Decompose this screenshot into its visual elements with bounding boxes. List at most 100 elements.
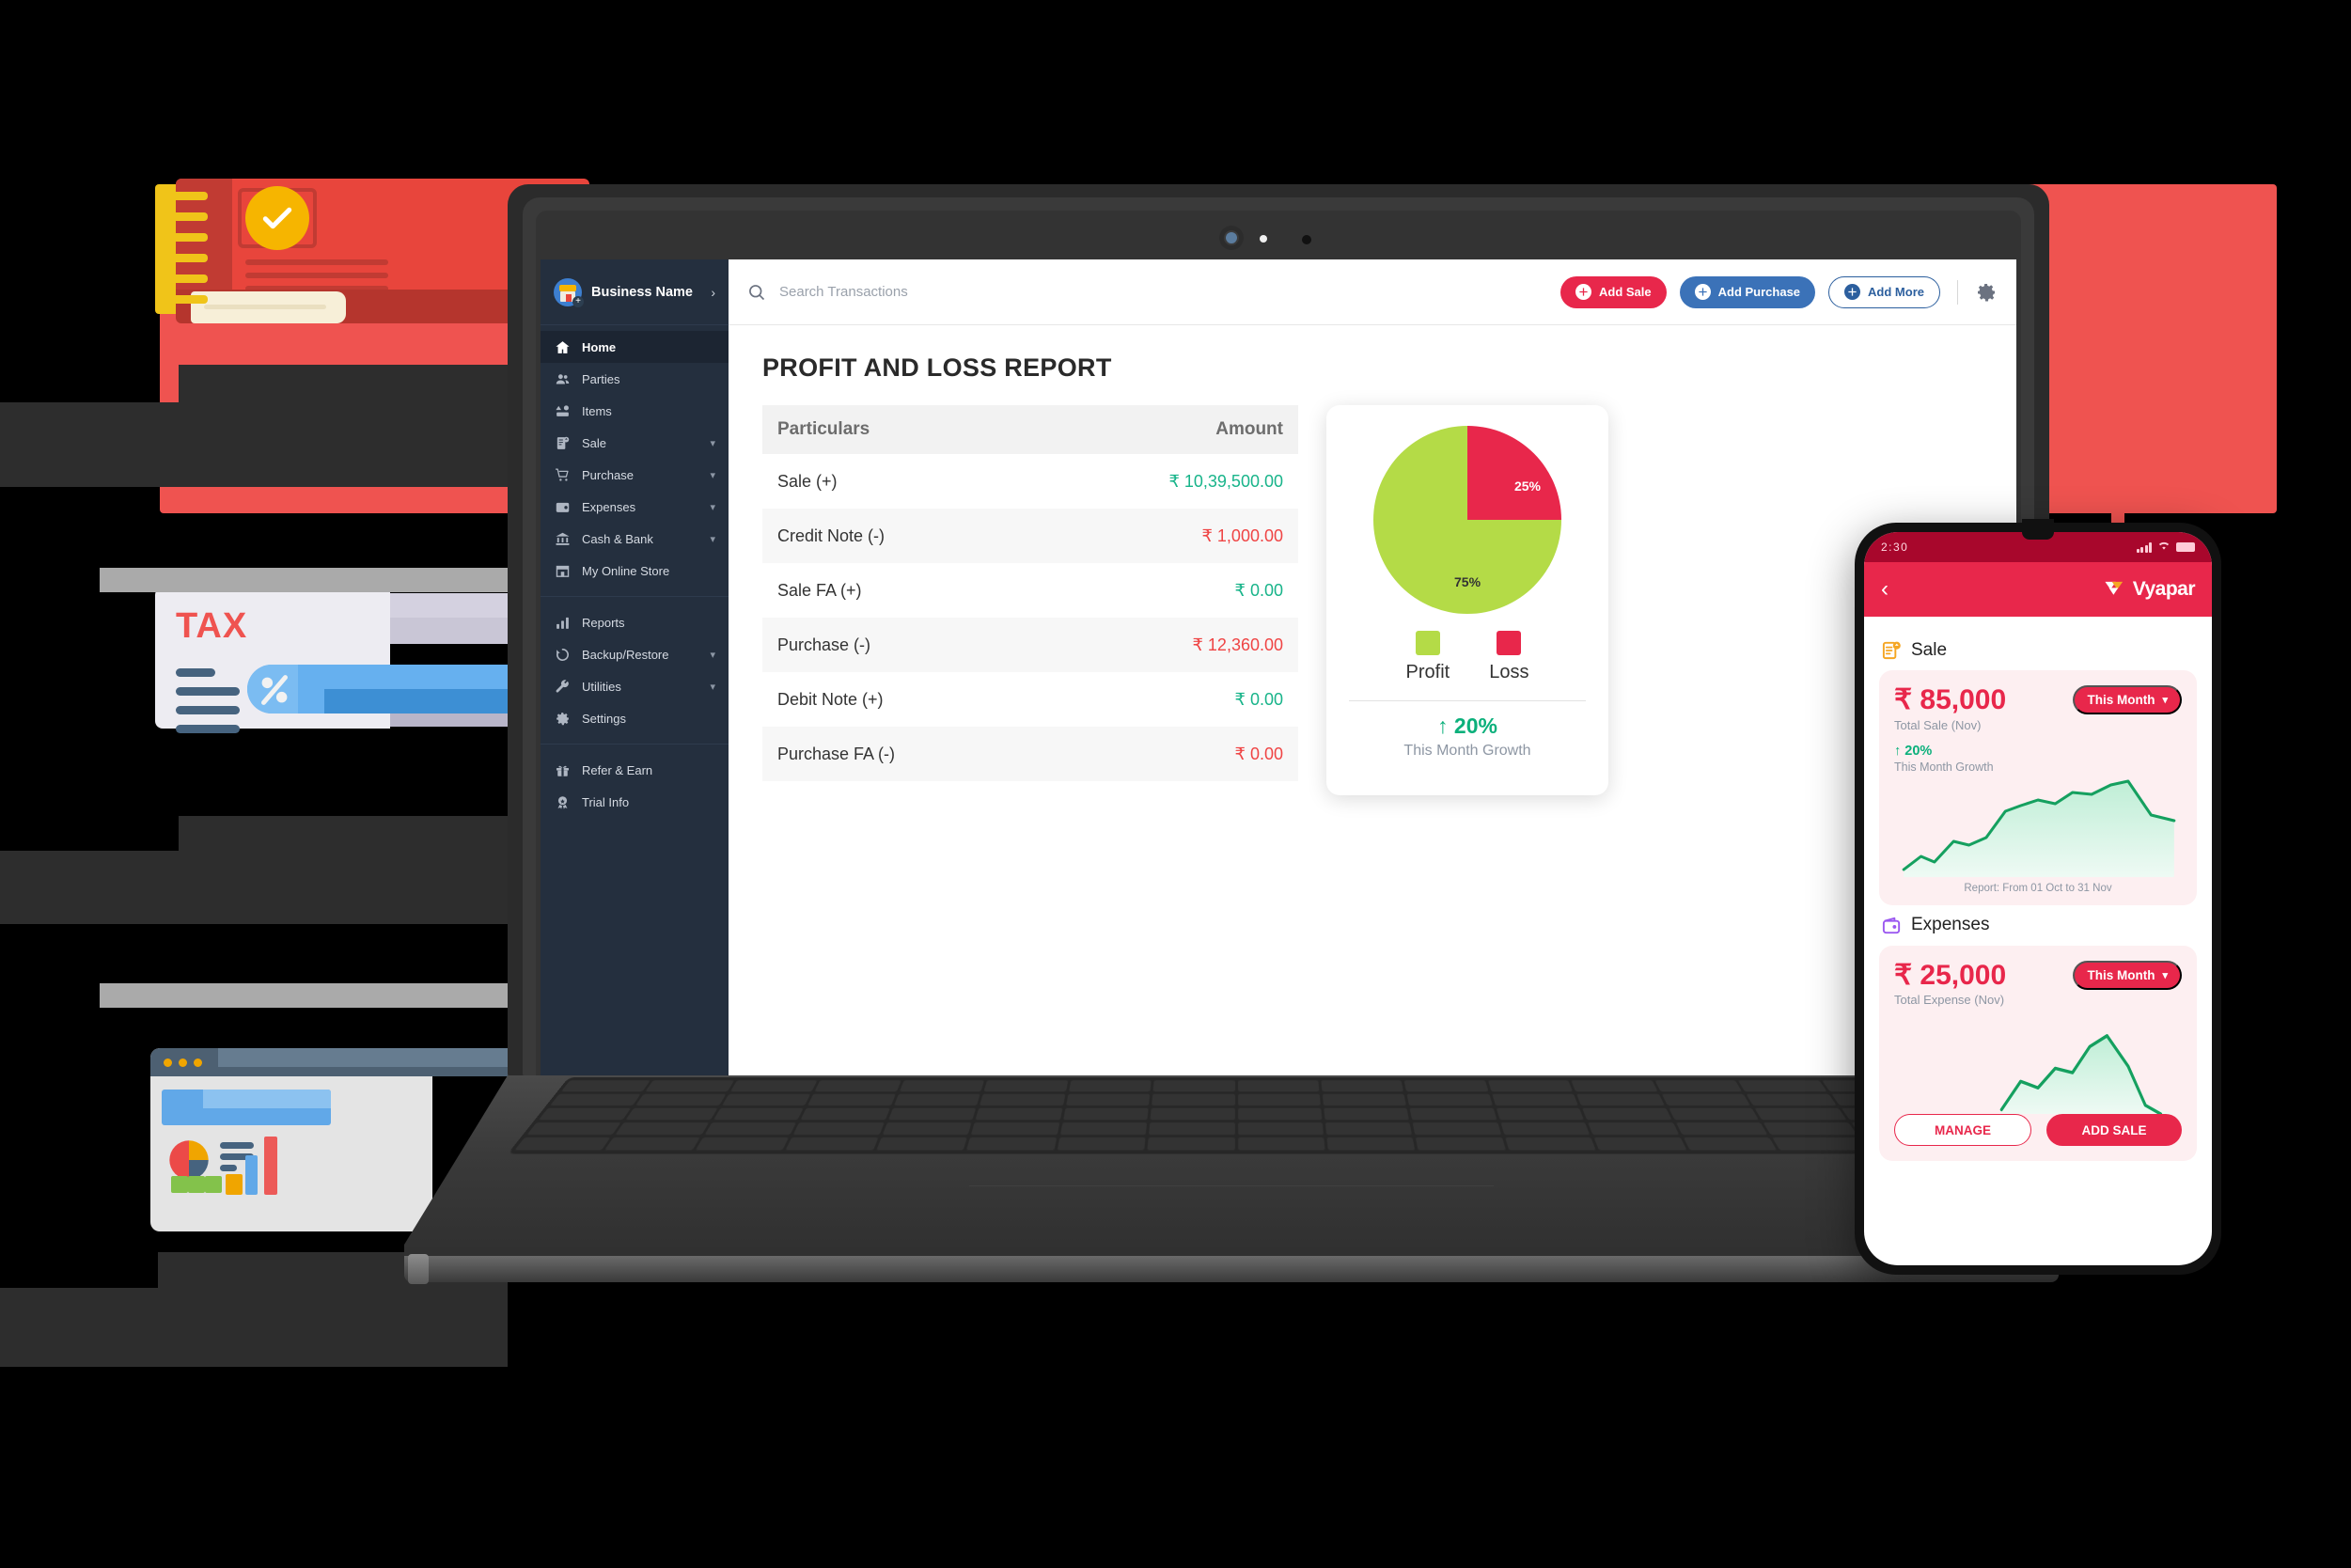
sale-doc-icon [1882,641,1901,660]
add-purchase-button[interactable]: Add Purchase [1679,275,1816,308]
badge-icon [554,793,571,810]
sidebar-item-items[interactable]: Items [541,395,729,427]
sale-icon [554,434,571,451]
phone-notch [2022,519,2054,540]
business-profile-button[interactable]: + Business Name › [541,259,729,325]
report-content: PROFIT AND LOSS REPORT Particulars Amoun… [729,325,2016,1077]
add-sale-button[interactable]: Add Sale [1560,275,1667,308]
pie-slice-label-profit: 75% [1454,574,1481,589]
gear-icon[interactable] [1975,281,1998,304]
sidebar-item-label: Backup/Restore [582,647,669,662]
chevron-down-icon: ▾ [710,501,715,513]
plus-icon [1694,284,1711,300]
add-more-button[interactable]: Add More [1828,275,1940,308]
legend-swatch-profit [1415,631,1440,655]
brand-name: Vyapar [2132,578,2196,600]
back-chevron-icon[interactable]: ‹ [1881,576,1889,603]
laptop-foot-nub [408,1254,429,1284]
add-more-label: Add More [1868,285,1924,299]
sidebar-divider [541,744,729,745]
row-amount: ₹ 0.00 [1234,744,1284,763]
search-input[interactable] [779,284,1547,300]
sidebar-item-trial-info[interactable]: Trial Info [541,786,729,818]
sidebar-item-label: Purchase [582,467,634,482]
growth-block: ↑ 20% This Month Growth [1343,713,1591,760]
laptop-screen: + Business Name › Home Parties Items Sal… [541,259,2016,1077]
profit-loss-pie-card: 25% 75% Profit Loss ↑ 20% This Month Gro… [1326,405,1608,795]
sale-period-label: This Month [2087,693,2155,707]
wallet-icon [554,498,571,515]
sidebar-item-parties[interactable]: Parties [541,363,729,395]
table-row: Debit Note (+) ₹ 0.00 [762,672,1298,727]
nav-group-extra: Refer & Earn Trial Info [541,748,729,823]
sidebar-item-utilities[interactable]: Utilities ▾ [541,670,729,702]
phone-section-title: Expenses [1911,915,1990,934]
battery-icon [2176,542,2195,552]
sidebar-item-backup-restore[interactable]: Backup/Restore ▾ [541,638,729,670]
chevron-right-icon: › [711,284,715,300]
add-sale-button-mobile[interactable]: ADD SALE [2046,1114,2182,1146]
phone-app-bar: ‹ Vyapar [1864,562,2212,617]
sale-period-dropdown[interactable]: This Month ▾ [2073,685,2182,714]
webcam-led-white [1260,235,1267,243]
row-particular: Debit Note (+) [777,689,884,709]
row-particular: Sale (+) [777,471,838,491]
laptop-keyboard [507,1077,1966,1154]
expense-wallet-icon [1882,917,1901,933]
phone-mockup: 2:30 ‹ Vyapar Sale ₹ 85,000 Total Sale (… [1855,519,2221,1275]
business-logo-icon: + [554,277,584,307]
row-amount: ₹ 0.00 [1234,580,1284,600]
row-amount: ₹ 1,000.00 [1201,525,1283,545]
wifi-icon [2157,541,2171,554]
row-amount: ₹ 12,360.00 [1192,635,1283,654]
sidebar-item-home[interactable]: Home [541,331,729,363]
sidebar-item-my-online-store[interactable]: My Online Store [541,555,729,587]
row-amount: ₹ 10,39,500.00 [1168,471,1283,491]
wrench-icon [554,678,571,695]
gear-icon [554,710,571,727]
restore-icon [554,646,571,663]
sidebar-item-cash-bank[interactable]: Cash & Bank ▾ [541,523,729,555]
table-row: Purchase FA (-) ₹ 0.00 [762,727,1298,781]
chevron-down-icon: ▾ [2162,969,2168,981]
table-header-row: Particulars Amount [762,405,1298,454]
sidebar-item-sale[interactable]: Sale ▾ [541,427,729,459]
sidebar-item-label: Sale [582,435,607,450]
chevron-down-icon: ▾ [710,533,715,545]
sidebar-item-label: Home [582,339,617,354]
expense-amount: ₹ 25,000 [1894,959,2007,991]
plus-icon [1844,284,1861,300]
expense-period-dropdown[interactable]: This Month ▾ [2073,960,2182,990]
sidebar-item-label: Utilities [582,679,621,694]
cart-icon [554,466,571,483]
sidebar-item-expenses[interactable]: Expenses ▾ [541,491,729,523]
vyapar-desktop-app: + Business Name › Home Parties Items Sal… [541,259,2016,1077]
phone-expenses-card: ₹ 25,000 Total Expense (Nov) This Month … [1879,945,2197,1161]
sale-growth: ↑ 20% This Month Growth [1894,744,2182,774]
plus-icon [1575,284,1591,300]
sidebar-item-settings[interactable]: Settings [541,702,729,734]
manage-button[interactable]: MANAGE [1894,1114,2031,1146]
phone-sale-card: ₹ 85,000 Total Sale (Nov) This Month ▾ ↑… [1879,670,2197,905]
growth-value: ↑ 20% [1437,713,1497,738]
webcam-icon [1219,226,1244,250]
status-time: 2:30 [1881,541,1909,554]
column-header-particulars: Particulars [777,419,870,439]
main-content: Add Sale Add Purchase Add More [729,259,2016,1077]
sidebar-item-refer-earn[interactable]: Refer & Earn [541,754,729,786]
sidebar-item-reports[interactable]: Reports [541,606,729,638]
sidebar-item-label: Reports [582,615,625,630]
sidebar: + Business Name › Home Parties Items Sal… [541,259,729,1077]
sidebar-item-label: Expenses [582,499,636,514]
sidebar-item-purchase[interactable]: Purchase ▾ [541,459,729,491]
phone-section-expenses-header: Expenses [1881,915,2197,936]
sale-report-range: Report: From 01 Oct to 31 Nov [1964,882,2112,894]
column-header-amount: Amount [1215,419,1283,439]
store-icon [554,562,571,579]
bank-icon [554,530,571,547]
laptop-mockup: + Business Name › Home Parties Items Sal… [404,184,2059,1303]
sale-growth-value: ↑ 20% [1894,743,1933,759]
row-amount: ₹ 0.00 [1234,689,1284,709]
row-particular: Credit Note (-) [777,525,886,545]
table-row: Sale (+) ₹ 10,39,500.00 [762,454,1298,509]
